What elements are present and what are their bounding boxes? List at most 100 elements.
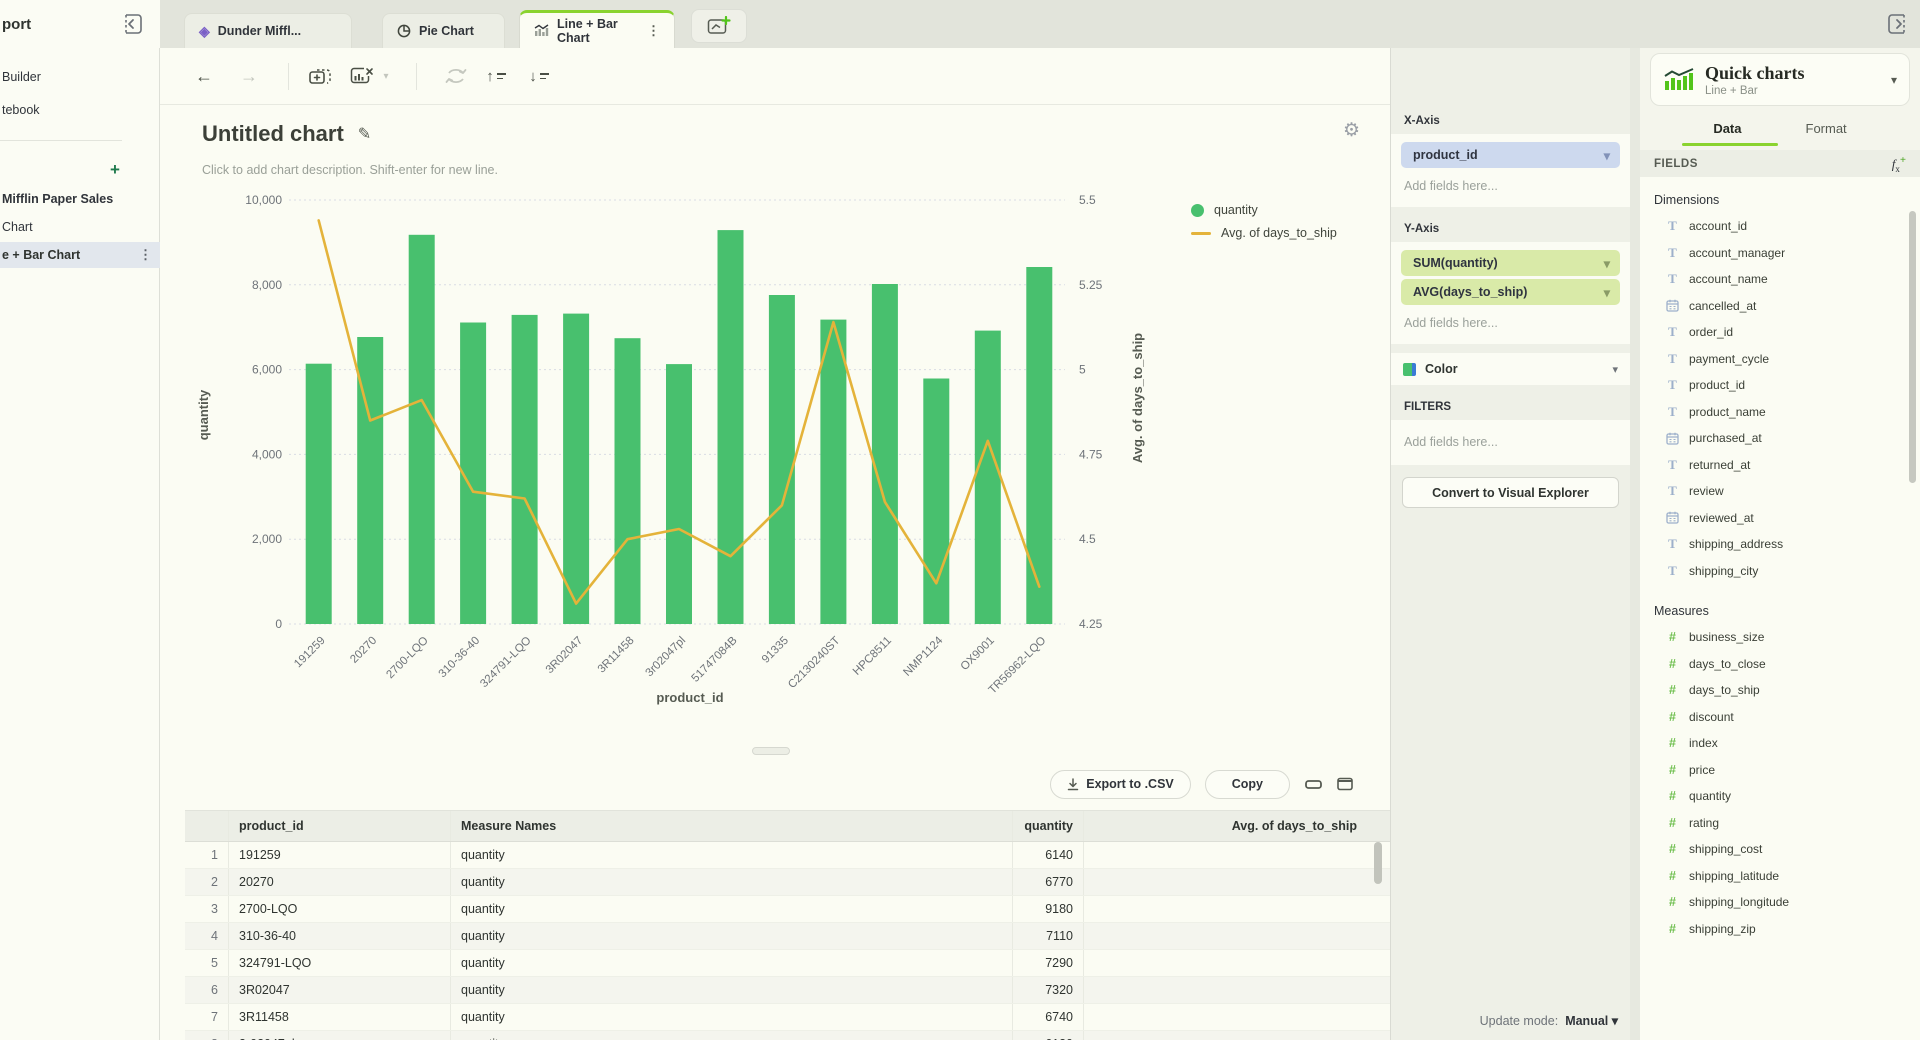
bar-HPC8511[interactable] — [872, 284, 898, 624]
bar-191259[interactable] — [306, 364, 332, 624]
chart-settings-gear-icon[interactable]: ⚙ — [1343, 119, 1360, 142]
fields-scrollbar[interactable] — [1909, 211, 1916, 483]
field-shipping_latitude[interactable]: #shipping_latitude — [1640, 863, 1920, 890]
field-discount[interactable]: #discount — [1640, 704, 1920, 731]
tab-data[interactable]: Data — [1713, 121, 1741, 136]
table-row[interactable]: 32700-LQOquantity9180 — [185, 896, 1390, 923]
field-rating[interactable]: #rating — [1640, 810, 1920, 837]
field-returned_at[interactable]: Treturned_at — [1640, 452, 1920, 479]
field-price[interactable]: #price — [1640, 757, 1920, 784]
table-row[interactable]: 4310-36-40quantity7110 — [185, 923, 1390, 950]
table-row[interactable]: 83r02047plquantity6130 — [185, 1031, 1390, 1040]
x-axis-field-product-id[interactable]: product_id ▾ — [1401, 142, 1620, 168]
field-payment_cycle[interactable]: Tpayment_cycle — [1640, 346, 1920, 373]
copy-button[interactable]: Copy — [1205, 770, 1290, 799]
x-axis-add-fields[interactable]: Add fields here... — [1391, 171, 1630, 201]
bar-91335[interactable] — [769, 295, 795, 624]
sidebar-item-builder[interactable]: Builder — [2, 70, 41, 84]
sidebar-item-line-bar-chart[interactable]: e + Bar Chart ⋮ — [0, 242, 160, 268]
undo-button[interactable]: ← — [190, 62, 218, 90]
sidebar-item-notebook[interactable]: tebook — [2, 103, 40, 117]
field-shipping_city[interactable]: Tshipping_city — [1640, 558, 1920, 585]
bar-2700-LQO[interactable] — [409, 235, 435, 624]
minimize-table-icon[interactable] — [1304, 775, 1322, 793]
field-days_to_ship[interactable]: #days_to_ship — [1640, 677, 1920, 704]
tab-line-bar-chart[interactable]: Line + Bar Chart ⋮ — [519, 10, 675, 48]
column-header-row-number[interactable] — [185, 811, 228, 841]
table-row[interactable]: 63R02047quantity7320 — [185, 977, 1390, 1004]
field-shipping_cost[interactable]: #shipping_cost — [1640, 836, 1920, 863]
chart-type-dropdown-icon[interactable]: ▾ — [378, 62, 394, 90]
sidebar-item-chart[interactable]: Chart — [2, 220, 33, 234]
field-cancelled_at[interactable]: cancelled_at — [1640, 293, 1920, 320]
field-shipping_zip[interactable]: #shipping_zip — [1640, 916, 1920, 943]
add-report-button[interactable]: + — [110, 160, 120, 180]
bar-3r02047pl[interactable] — [666, 364, 692, 624]
bar-51747084B[interactable] — [718, 230, 744, 624]
tab-format[interactable]: Format — [1806, 121, 1847, 136]
field-product_name[interactable]: Tproduct_name — [1640, 399, 1920, 426]
field-order_id[interactable]: Torder_id — [1640, 319, 1920, 346]
field-purchased_at[interactable]: purchased_at — [1640, 425, 1920, 452]
table-row[interactable]: 73R11458quantity6740 — [185, 1004, 1390, 1031]
chart-type-selector[interactable]: Quick charts Line + Bar ▾ — [1650, 53, 1910, 106]
field-review[interactable]: Treview — [1640, 478, 1920, 505]
sort-ascending-button[interactable]: ↑ — [482, 62, 510, 90]
y-axis-add-fields[interactable]: Add fields here... — [1391, 308, 1630, 338]
field-shipping_address[interactable]: Tshipping_address — [1640, 531, 1920, 558]
redo-button[interactable]: → — [235, 62, 263, 90]
chart-resize-handle[interactable] — [752, 747, 790, 755]
bar-C2130240ST[interactable] — [820, 320, 846, 624]
column-header-quantity[interactable]: quantity — [1012, 811, 1083, 841]
bar-TR56962-LQO[interactable] — [1026, 267, 1052, 624]
y-axis-field-sum-quantity[interactable]: SUM(quantity) ▾ — [1401, 250, 1620, 276]
legend-item-avg-of-days-to-ship[interactable]: Avg. of days_to_ship — [1191, 226, 1337, 240]
tab-pie-chart[interactable]: Pie Chart — [382, 13, 505, 48]
filters-add-fields[interactable]: Add fields here... — [1391, 425, 1630, 459]
bar-324791-LQO[interactable] — [512, 315, 538, 624]
column-header-Measure Names[interactable]: Measure Names — [450, 811, 1012, 841]
convert-to-visual-explorer-button[interactable]: Convert to Visual Explorer — [1402, 477, 1619, 508]
duplicate-chart-icon[interactable] — [306, 62, 334, 90]
field-product_id[interactable]: Tproduct_id — [1640, 372, 1920, 399]
legend-item-quantity[interactable]: quantity — [1191, 203, 1337, 217]
maximize-table-icon[interactable] — [1336, 775, 1354, 793]
tab-dunder-mifflin[interactable]: ◈ Dunder Miffl... — [184, 13, 352, 48]
column-header-Avg. of days_to_ship[interactable]: Avg. of days_to_ship — [1083, 811, 1367, 841]
collapse-left-panel-icon[interactable] — [118, 11, 144, 37]
bar-NMP1124[interactable] — [923, 379, 949, 625]
column-header-product_id[interactable]: product_id — [228, 811, 450, 841]
add-formula-icon[interactable]: fx+ — [1892, 154, 1906, 174]
y-axis-field-avg-days-to-ship[interactable]: AVG(days_to_ship) ▾ — [1401, 279, 1620, 305]
color-config-row[interactable]: Color ▾ — [1391, 353, 1630, 385]
export-csv-button[interactable]: Export to .CSV — [1050, 770, 1191, 799]
collapse-right-panel-icon[interactable] — [1886, 11, 1912, 37]
field-account_name[interactable]: Taccount_name — [1640, 266, 1920, 293]
swap-axes-icon[interactable] — [442, 62, 470, 90]
sort-descending-button[interactable]: ↓ — [525, 62, 553, 90]
edit-title-icon[interactable]: ✎ — [358, 124, 371, 144]
table-row[interactable]: 220270quantity6770 — [185, 869, 1390, 896]
tab-menu-icon[interactable]: ⋮ — [647, 23, 660, 39]
chart-title[interactable]: Untitled chart — [202, 121, 344, 147]
sidebar-item-menu-icon[interactable]: ⋮ — [139, 247, 152, 263]
bar-3R11458[interactable] — [615, 338, 641, 624]
field-quantity[interactable]: #quantity — [1640, 783, 1920, 810]
field-index[interactable]: #index — [1640, 730, 1920, 757]
field-account_manager[interactable]: Taccount_manager — [1640, 240, 1920, 267]
remove-chart-icon[interactable] — [348, 62, 376, 90]
field-days_to_close[interactable]: #days_to_close — [1640, 651, 1920, 678]
field-business_size[interactable]: #business_size — [1640, 624, 1920, 651]
field-shipping_longitude[interactable]: #shipping_longitude — [1640, 889, 1920, 916]
bar-OX9001[interactable] — [975, 331, 1001, 624]
chart-description-placeholder[interactable]: Click to add chart description. Shift-en… — [202, 163, 498, 177]
new-chart-button[interactable] — [691, 9, 747, 43]
update-mode-select[interactable]: Manual ▾ — [1565, 1013, 1618, 1028]
table-row[interactable]: 5324791-LQOquantity7290 — [185, 950, 1390, 977]
field-account_id[interactable]: Taccount_id — [1640, 213, 1920, 240]
field-reviewed_at[interactable]: reviewed_at — [1640, 505, 1920, 532]
table-scrollbar[interactable] — [1374, 842, 1382, 884]
bar-3R02047[interactable] — [563, 314, 589, 624]
sidebar-item-report-name[interactable]: Mifflin Paper Sales — [2, 192, 113, 206]
table-row[interactable]: 1191259quantity6140 — [185, 842, 1390, 869]
